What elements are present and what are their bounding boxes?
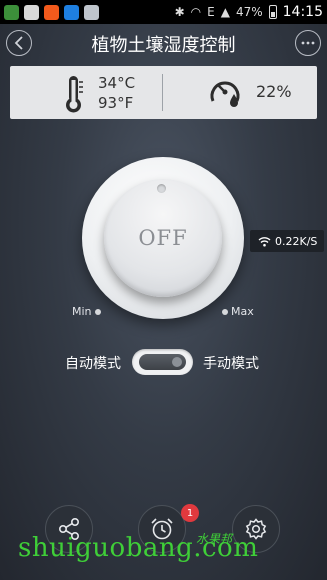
wifi-icon bbox=[258, 236, 271, 246]
sensor-panel: 34°C 93°F 22% bbox=[10, 66, 317, 119]
system-status: ✱ ◠ E ▲ 47% 14:15 bbox=[175, 4, 323, 20]
wifi-status-icon: ◠ bbox=[190, 5, 202, 19]
min-dot bbox=[94, 308, 101, 315]
clean-icon bbox=[84, 4, 99, 20]
temperature-section: 34°C 93°F bbox=[10, 66, 162, 119]
power-knob[interactable]: OFF bbox=[104, 179, 222, 297]
toggle-handle[interactable] bbox=[139, 354, 186, 370]
humidity-gauge-icon bbox=[210, 81, 240, 107]
bluetooth-icon: ✱ bbox=[174, 5, 185, 19]
knob-state-label: OFF bbox=[138, 226, 188, 250]
notification-icons bbox=[4, 4, 99, 20]
temperature-fahrenheit: 93°F bbox=[98, 93, 134, 112]
qq-icon bbox=[64, 4, 79, 20]
network-type-label: E bbox=[207, 5, 215, 19]
status-time: 14:15 bbox=[282, 4, 323, 20]
taobao-icon bbox=[44, 4, 59, 20]
more-dots-icon bbox=[301, 41, 315, 45]
app-header: 植物土壤湿度控制 bbox=[0, 24, 327, 62]
knob-indicator-dot bbox=[157, 184, 166, 193]
mode-toggle-switch[interactable] bbox=[132, 349, 193, 375]
page-title: 植物土壤湿度控制 bbox=[91, 35, 236, 56]
app-notification-icon bbox=[4, 4, 19, 20]
mode-toggle-row: 自动模式 手动模式 bbox=[0, 349, 327, 375]
battery-percent: 47% bbox=[235, 5, 263, 19]
watermark-logo: 水果邦 bbox=[196, 532, 233, 546]
max-marker: Max bbox=[222, 305, 254, 318]
max-label: Max bbox=[231, 305, 254, 318]
network-speed: 0.22K/S bbox=[275, 234, 318, 248]
temperature-values: 34°C 93°F bbox=[98, 73, 135, 113]
download-icon bbox=[24, 4, 39, 20]
network-speed-badge: 0.22K/S bbox=[250, 230, 324, 252]
humidity-section: 22% bbox=[163, 66, 317, 119]
humidity-value: 22% bbox=[256, 82, 292, 101]
more-button[interactable] bbox=[295, 30, 321, 56]
battery-icon bbox=[268, 5, 277, 19]
max-dot bbox=[222, 308, 228, 315]
min-label: Min bbox=[72, 305, 92, 318]
manual-mode-label[interactable]: 手动模式 bbox=[203, 353, 259, 373]
alarm-count-badge: 1 bbox=[181, 504, 199, 522]
thermometer-icon bbox=[66, 76, 83, 113]
status-bar: ✱ ◠ E ▲ 47% 14:15 bbox=[0, 0, 327, 24]
temperature-celsius: 34°C bbox=[98, 73, 136, 92]
signal-icon: ▲ bbox=[220, 5, 230, 19]
min-marker: Min bbox=[72, 305, 101, 318]
auto-mode-label[interactable]: 自动模式 bbox=[65, 353, 121, 373]
